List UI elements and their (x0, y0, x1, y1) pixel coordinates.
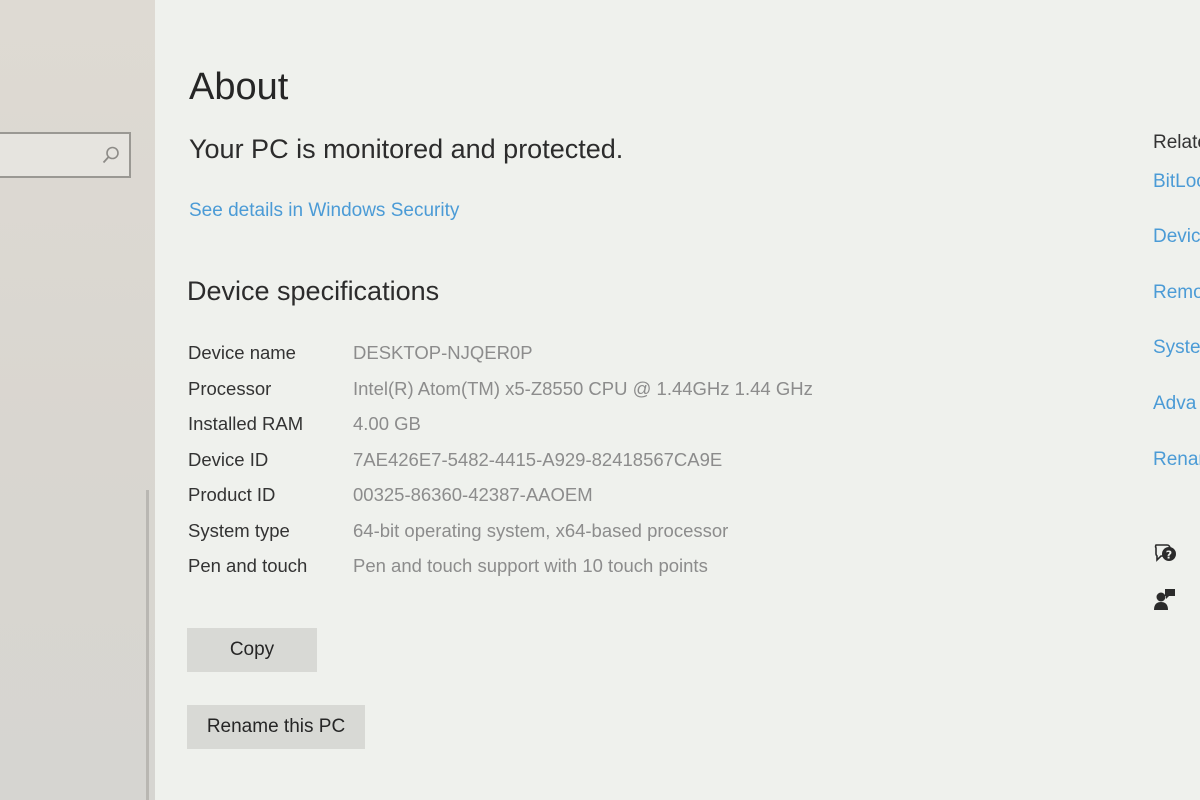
spec-row-pen-and-touch: Pen and touch Pen and touch support with… (188, 553, 828, 579)
svg-text:?: ? (1166, 549, 1172, 562)
related-link-device-manager[interactable]: Devic (1153, 226, 1200, 248)
copy-button[interactable]: Copy (187, 628, 317, 672)
about-page: About Your PC is monitored and protected… (155, 0, 1200, 800)
spec-label: Product ID (188, 484, 276, 505)
navigation-pane (0, 0, 155, 800)
related-settings-panel: Relate BitLoc Devic Remo Syste Adva Rena… (1153, 0, 1200, 800)
related-link-system-protection[interactable]: Syste (1153, 337, 1200, 359)
windows-security-link[interactable]: See details in Windows Security (189, 200, 459, 222)
related-link-rename-pc[interactable]: Renar (1153, 449, 1200, 471)
spec-value: Intel(R) Atom(TM) x5-Z8550 CPU @ 1.44GHz… (353, 377, 813, 399)
related-settings-heading: Relate (1153, 132, 1200, 153)
spec-label: Device ID (188, 448, 269, 470)
spec-row-processor: Processor Intel(R) Atom(TM) x5-Z8550 CPU… (188, 376, 828, 402)
page-title: About (189, 66, 289, 108)
spec-value: 64-bit operating system, x64-based proce… (353, 519, 729, 541)
spec-row-product-id: Product ID 00325-86360-42387-AAOEM (188, 482, 828, 508)
spec-row-device-id: Device ID 7AE426E7-5482-4415-A929-824185… (188, 447, 828, 473)
spec-label: System type (188, 519, 290, 541)
spec-value: 00325-86360-42387-AAOEM (353, 484, 593, 505)
search-input[interactable] (4, 142, 94, 168)
device-specifications-list: Device name DESKTOP-NJQER0P Processor In… (188, 340, 828, 589)
related-link-remote-desktop[interactable]: Remo (1153, 282, 1200, 304)
spec-label: Device name (188, 342, 296, 363)
spec-label: Pen and touch (188, 555, 308, 576)
search-box[interactable] (0, 132, 131, 178)
search-icon[interactable] (101, 145, 121, 165)
spec-value: DESKTOP-NJQER0P (353, 342, 533, 363)
help-icon[interactable]: ? (1153, 541, 1177, 565)
spec-row-system-type: System type 64-bit operating system, x64… (188, 518, 828, 544)
spec-label: Installed RAM (188, 413, 304, 434)
spec-label: Processor (188, 377, 272, 399)
spec-row-installed-ram: Installed RAM 4.00 GB (188, 411, 828, 437)
related-link-bitlocker[interactable]: BitLoc (1153, 171, 1200, 193)
spec-value: 4.00 GB (353, 413, 421, 434)
protection-status: Your PC is monitored and protected. (189, 134, 624, 164)
spec-value: 7AE426E7-5482-4415-A929-82418567CA9E (353, 448, 723, 470)
rename-pc-button[interactable]: Rename this PC (187, 705, 365, 749)
related-link-advanced-settings[interactable]: Adva (1153, 393, 1196, 415)
sidebar-scrollbar[interactable] (146, 490, 149, 800)
spec-row-device-name: Device name DESKTOP-NJQER0P (188, 340, 828, 366)
spec-value: Pen and touch support with 10 touch poin… (353, 555, 708, 576)
feedback-icon[interactable] (1153, 587, 1177, 611)
device-specifications-heading: Device specifications (187, 276, 440, 306)
